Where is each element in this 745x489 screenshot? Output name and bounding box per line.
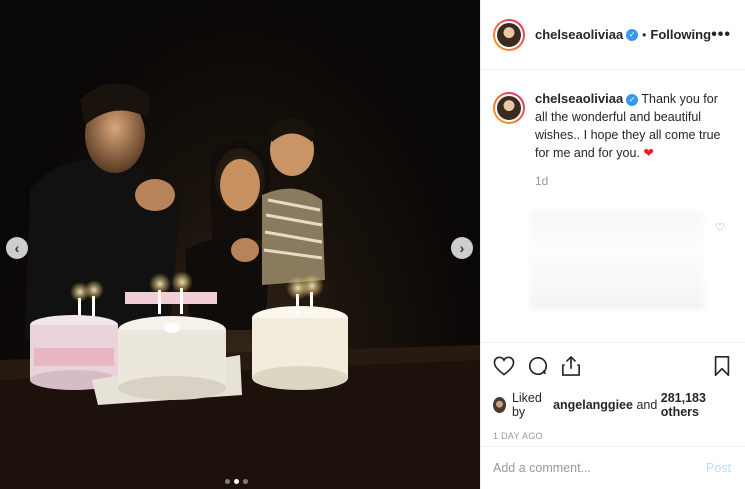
next-photo-button[interactable]: › <box>451 237 473 259</box>
comment-icon[interactable] <box>527 355 549 377</box>
likes-count-link[interactable]: 281,183 others <box>661 391 731 419</box>
action-icons <box>493 353 731 379</box>
instagram-post: ‹ › chelseaoliviaa ✓ • Following ••• che… <box>0 0 745 489</box>
carousel-dot-active <box>234 479 239 484</box>
post-date[interactable]: 1 DAY AGO <box>493 431 731 441</box>
add-comment-bar: Post <box>481 446 745 489</box>
likes-summary: Liked by angelanggiee and 281,183 others <box>493 391 731 419</box>
liked-by-label: Liked by <box>511 391 542 419</box>
post-photo: ‹ › <box>0 0 480 489</box>
liker-username-link[interactable]: angelanggiee <box>553 398 633 412</box>
carousel-indicator <box>225 479 248 484</box>
more-icon[interactable]: ••• <box>711 26 731 44</box>
caption-username-link[interactable]: chelseaoliviaa <box>535 91 623 106</box>
heart-icon[interactable] <box>493 356 515 376</box>
comments-section: chelseaoliviaa ✓ Thank you for all the wo… <box>481 70 745 342</box>
separator: • <box>642 27 647 42</box>
verified-badge-icon: ✓ <box>626 94 639 106</box>
share-icon[interactable] <box>561 355 581 377</box>
blurred-comment <box>529 210 704 310</box>
birthday-photo-illustration <box>0 83 480 489</box>
verified-badge-icon: ✓ <box>626 28 639 41</box>
post-comment-button[interactable]: Post <box>706 461 731 475</box>
caption-avatar[interactable] <box>493 92 525 124</box>
following-button[interactable]: Following <box>650 27 711 42</box>
post-actions: Liked by angelanggiee and 281,183 others… <box>481 342 745 441</box>
carousel-dot <box>225 479 230 484</box>
caption: chelseaoliviaa ✓ Thank you for all the wo… <box>493 90 731 162</box>
liker-avatar[interactable] <box>493 397 506 413</box>
red-heart-emoji: ❤ <box>643 146 654 160</box>
post-header: chelseaoliviaa ✓ • Following ••• <box>481 0 745 70</box>
caption-text: chelseaoliviaa ✓ Thank you for all the wo… <box>535 90 725 162</box>
comment-input[interactable] <box>493 461 693 475</box>
like-comment-heart-icon[interactable]: ♡ <box>715 221 725 234</box>
carousel-dot <box>243 479 248 484</box>
liked-by-and: and <box>636 398 658 412</box>
caption-age[interactable]: 1d <box>535 174 731 188</box>
chevron-left-icon: ‹ <box>14 240 20 256</box>
username-link[interactable]: chelseaoliviaa <box>535 27 623 42</box>
avatar[interactable] <box>493 18 525 51</box>
bookmark-icon[interactable] <box>713 355 731 377</box>
previous-photo-button[interactable]: ‹ <box>6 237 28 259</box>
post-sidebar: chelseaoliviaa ✓ • Following ••• chelsea… <box>480 0 745 489</box>
chevron-right-icon: › <box>459 240 465 256</box>
